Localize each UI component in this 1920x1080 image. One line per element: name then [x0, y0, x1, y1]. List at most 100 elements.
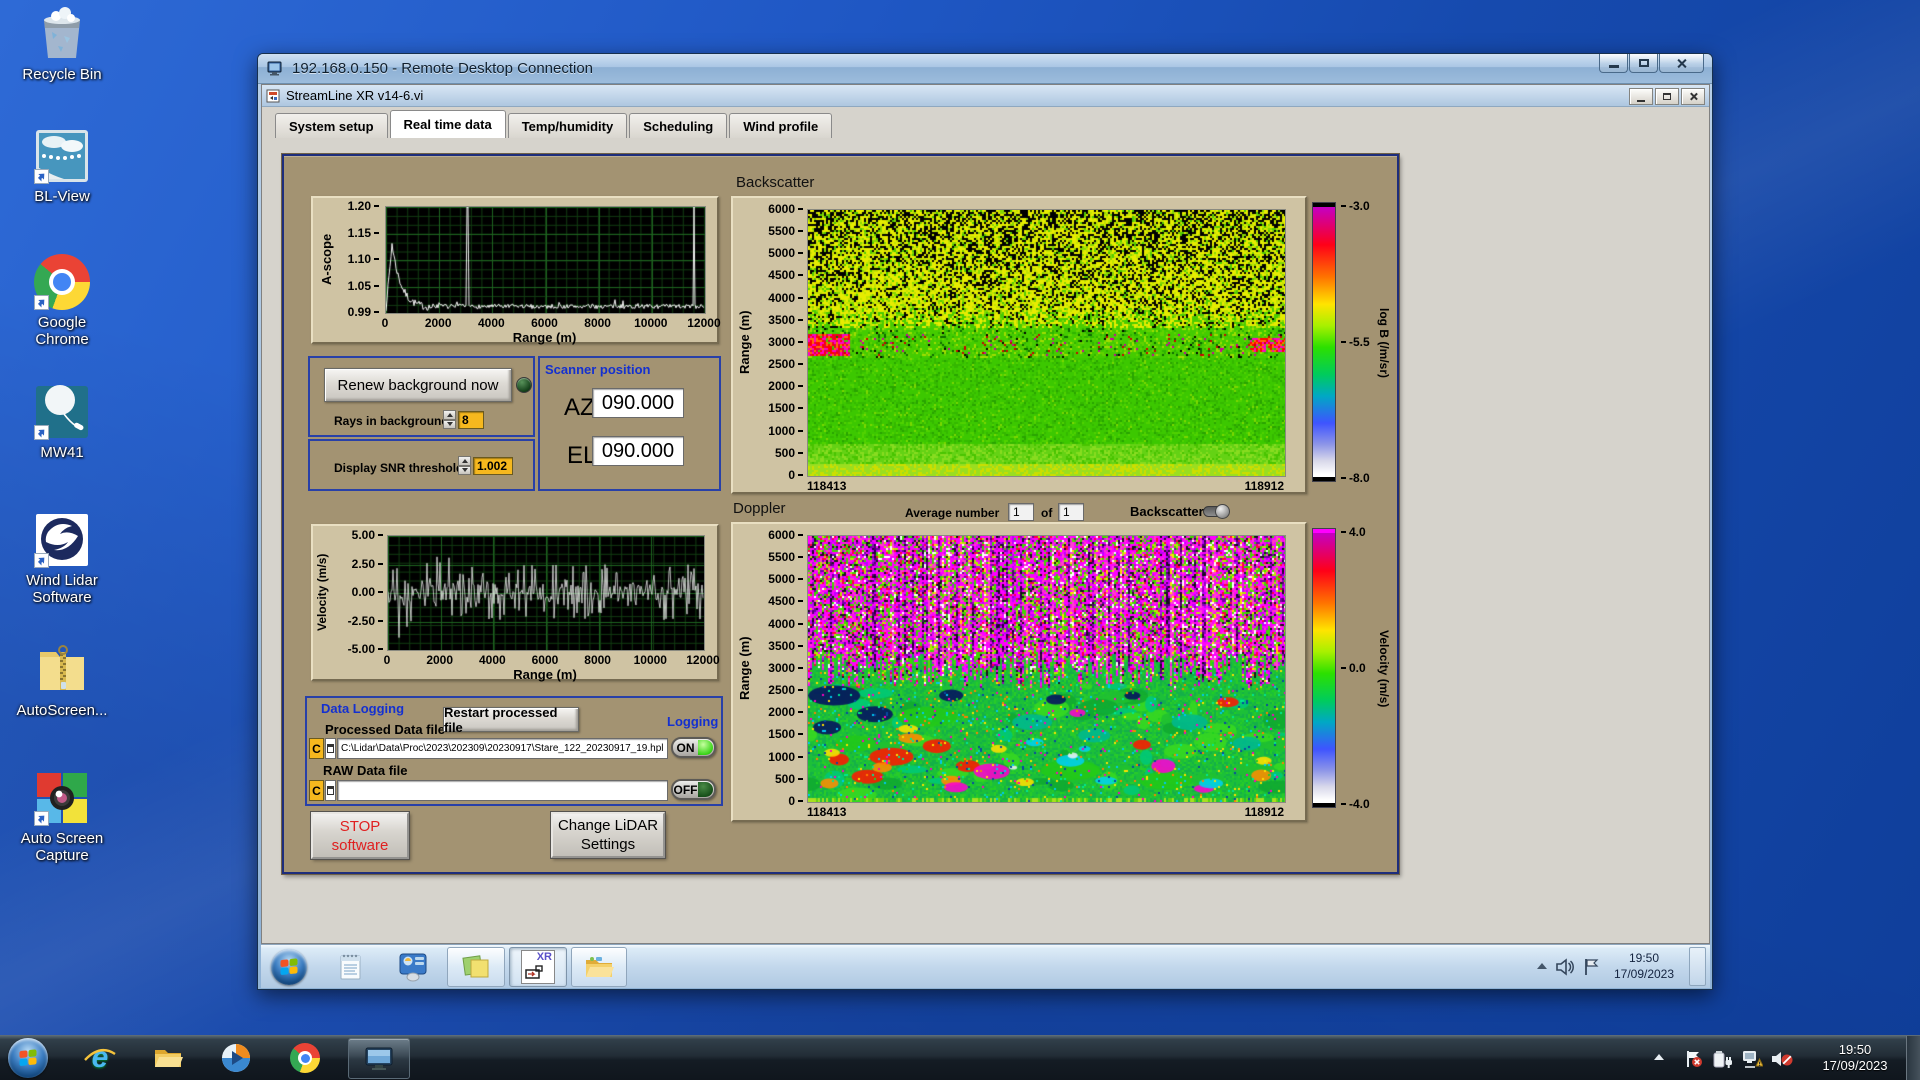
- remote-tray-clock[interactable]: 19:50 17/09/2023: [1605, 950, 1683, 982]
- host-show-desktop-button[interactable]: [1906, 1036, 1920, 1080]
- shortcut-arrow-icon: [34, 553, 49, 568]
- processed-path-field[interactable]: C:\Lidar\Data\Proc\2023\202309\20230917\…: [337, 738, 668, 759]
- remote-taskbar-sticky-notes-button[interactable]: [447, 947, 505, 987]
- ascope-y-ticks: 1.20 1.15 1.10 1.05 0.99: [347, 199, 371, 319]
- tab-temp-humidity[interactable]: Temp/humidity: [507, 113, 628, 138]
- backscatter-x-ticks: 118413 118912: [807, 479, 1284, 493]
- processed-browse-button[interactable]: [325, 738, 336, 759]
- doppler-y-ticks: 6000 5500 5000 4500 4000 3500 3000 2500 2000 1500…: [768, 528, 795, 808]
- desktop-icon-google-chrome[interactable]: Google Chrome: [10, 254, 114, 348]
- rays-in-background-label: Rays in background: [334, 414, 449, 428]
- minimize-icon: [1637, 99, 1645, 102]
- desktop-icon-recycle-bin[interactable]: Recycle Bin: [10, 6, 114, 83]
- ascope-axis-label: A-scope: [319, 233, 334, 285]
- host-taskbar-rdp-button[interactable]: [348, 1038, 410, 1079]
- snr-threshold-label: Display SNR threshold: [334, 461, 464, 475]
- raw-logging-toggle[interactable]: OFF: [671, 779, 716, 800]
- remote-tray-volume-icon[interactable]: [1555, 958, 1575, 981]
- processed-drive-button[interactable]: C: [309, 738, 324, 759]
- recycle-bin-icon: [34, 6, 90, 62]
- rdp-window: 192.168.0.150 - Remote Desktop Connectio…: [257, 53, 1713, 990]
- app-title-bar[interactable]: StreamLine XR v14-6.vi: [262, 85, 1709, 107]
- app-minimize-button[interactable]: [1629, 88, 1653, 105]
- rdp-minimize-button[interactable]: [1599, 54, 1628, 73]
- rays-value-field[interactable]: 8: [458, 411, 484, 429]
- host-start-button[interactable]: [8, 1038, 48, 1078]
- velocity-x-ticks: 0 2000 4000 6000 8000 10000 12000: [383, 653, 720, 667]
- average-number-field[interactable]: 1: [1008, 503, 1034, 521]
- desktop-icon-wind-lidar[interactable]: Wind Lidar Software: [10, 512, 114, 606]
- host-tray-action-center-icon[interactable]: [1684, 1049, 1704, 1074]
- remote-taskbar-explorer-button[interactable]: [571, 947, 627, 987]
- az-value-field[interactable]: 090.000: [592, 388, 684, 418]
- tab-real-time-data[interactable]: Real time data: [389, 110, 506, 138]
- stop-button-line2: software: [331, 836, 389, 854]
- change-button-line2: Settings: [580, 836, 636, 853]
- stop-software-button[interactable]: STOP software: [310, 811, 410, 860]
- backscatter-y-axis-label: Range (m): [737, 310, 752, 374]
- host-taskbar-chrome-icon[interactable]: [290, 1043, 320, 1073]
- minimize-icon: [1608, 65, 1619, 68]
- scanner-position-box: Scanner position AZ 090.000 EL 090.000: [538, 356, 721, 491]
- on-label: ON: [676, 740, 695, 755]
- host-tray-network-icon[interactable]: [1741, 1049, 1764, 1074]
- el-value-field[interactable]: 090.000: [592, 436, 684, 466]
- rdp-close-button[interactable]: [1659, 54, 1704, 73]
- doppler-x-ticks: 118413 118912: [807, 805, 1284, 819]
- restore-icon: [1663, 93, 1671, 100]
- backscatter-title: Backscatter: [736, 174, 815, 191]
- desktop-icon-bl-view[interactable]: BL-View: [10, 128, 114, 205]
- desktop-icon-label: MW41: [40, 444, 84, 461]
- remote-taskbar: XR 19:50 17/09/2023: [261, 944, 1710, 988]
- desktop-icon-mw41[interactable]: MW41: [10, 384, 114, 461]
- backscatter-colorbar-label: log B (/m/sr): [1377, 307, 1391, 378]
- host-tray-clock[interactable]: 19:50 17/09/2023: [1812, 1042, 1898, 1074]
- shortcut-arrow-icon: [34, 295, 49, 310]
- remote-taskbar-notepad-icon[interactable]: [335, 952, 365, 987]
- rays-spinner[interactable]: [443, 410, 456, 429]
- doppler-colorbar: [1312, 528, 1336, 808]
- raw-browse-button[interactable]: [325, 780, 336, 801]
- off-label: OFF: [673, 782, 698, 797]
- snr-spinner[interactable]: [458, 456, 471, 475]
- remote-taskbar-streamline-xr-button[interactable]: XR: [509, 947, 567, 987]
- remote-tray-flag-icon[interactable]: [1583, 957, 1601, 982]
- raw-drive-button[interactable]: C: [309, 780, 324, 801]
- host-tray-power-icon[interactable]: [1712, 1049, 1734, 1074]
- host-tray-show-hidden-icons[interactable]: [1654, 1054, 1664, 1060]
- doppler-y-axis-label: Range (m): [737, 636, 752, 700]
- host-taskbar-ie-icon[interactable]: e: [84, 1041, 116, 1074]
- tab-scheduling[interactable]: Scheduling: [629, 113, 728, 138]
- remote-taskbar-monitor-app-icon[interactable]: [397, 952, 429, 987]
- doppler-heatmap-canvas: [807, 535, 1286, 803]
- host-tray-volume-muted-icon[interactable]: [1770, 1049, 1794, 1074]
- change-lidar-settings-button[interactable]: Change LiDAR Settings: [550, 811, 666, 859]
- average-count-field[interactable]: 1: [1058, 503, 1084, 521]
- remote-tray-show-hidden-icons[interactable]: [1537, 963, 1547, 969]
- remote-show-desktop-button[interactable]: [1689, 947, 1706, 986]
- host-taskbar: e 19:50 17/09/2023: [0, 1035, 1920, 1080]
- tab-system-setup[interactable]: System setup: [275, 113, 388, 138]
- renew-background-button[interactable]: Renew background now: [324, 368, 512, 402]
- bl-view-icon: [34, 128, 90, 184]
- raw-path-field[interactable]: [337, 780, 668, 801]
- velocity-y-ticks: 5.00 2.50 0.00 -2.50 -5.00: [347, 528, 375, 656]
- host-taskbar-media-player-icon[interactable]: [220, 1042, 252, 1079]
- rdp-title-bar[interactable]: 192.168.0.150 - Remote Desktop Connectio…: [258, 54, 1712, 84]
- backscatter-toggle-switch[interactable]: [1203, 504, 1230, 519]
- backscatter-colorbar-ticks: -3.0 -5.5 -8.0: [1349, 199, 1370, 485]
- remote-start-button[interactable]: [271, 949, 307, 985]
- front-panel: A-scope 1.20 1.15 1.10 1.05 0.99 0 2000 4000 60…: [281, 153, 1400, 875]
- desktop-icon-label: Auto Screen Capture: [20, 830, 104, 864]
- app-restore-button[interactable]: [1655, 88, 1679, 105]
- snr-value-field[interactable]: 1.002: [473, 457, 513, 475]
- restart-processed-file-button[interactable]: Restart processed file: [443, 705, 579, 735]
- tab-wind-profile[interactable]: Wind profile: [729, 113, 833, 138]
- app-close-button[interactable]: [1681, 88, 1705, 105]
- host-taskbar-explorer-icon[interactable]: [152, 1043, 184, 1076]
- rdp-window-title: 192.168.0.150 - Remote Desktop Connectio…: [292, 60, 594, 77]
- desktop-icon-auto-screen-capture[interactable]: Auto Screen Capture: [10, 770, 114, 864]
- rdp-maximize-button[interactable]: [1629, 54, 1658, 73]
- desktop-icon-autoscreen-zip[interactable]: AutoScreen...: [10, 642, 114, 719]
- processed-logging-toggle[interactable]: ON: [671, 737, 716, 758]
